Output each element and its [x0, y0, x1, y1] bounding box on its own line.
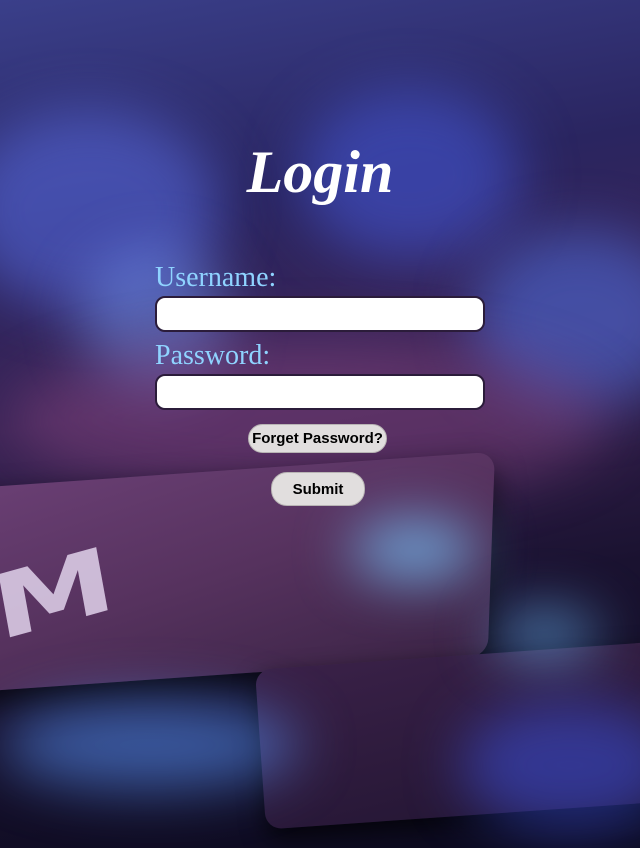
forget-password-button[interactable]: Forget Password? [248, 424, 387, 453]
key-letter: M [0, 527, 123, 662]
key-backlight [0, 700, 300, 790]
key-backlight [350, 520, 480, 580]
login-form: Username: Password: [155, 258, 485, 414]
username-input[interactable] [155, 296, 485, 332]
submit-button[interactable]: Submit [271, 472, 365, 506]
password-input[interactable] [155, 374, 485, 410]
page-title: Login [246, 139, 394, 205]
key-backlight [490, 610, 600, 660]
password-label: Password: [155, 340, 271, 371]
username-label: Username: [155, 262, 277, 293]
